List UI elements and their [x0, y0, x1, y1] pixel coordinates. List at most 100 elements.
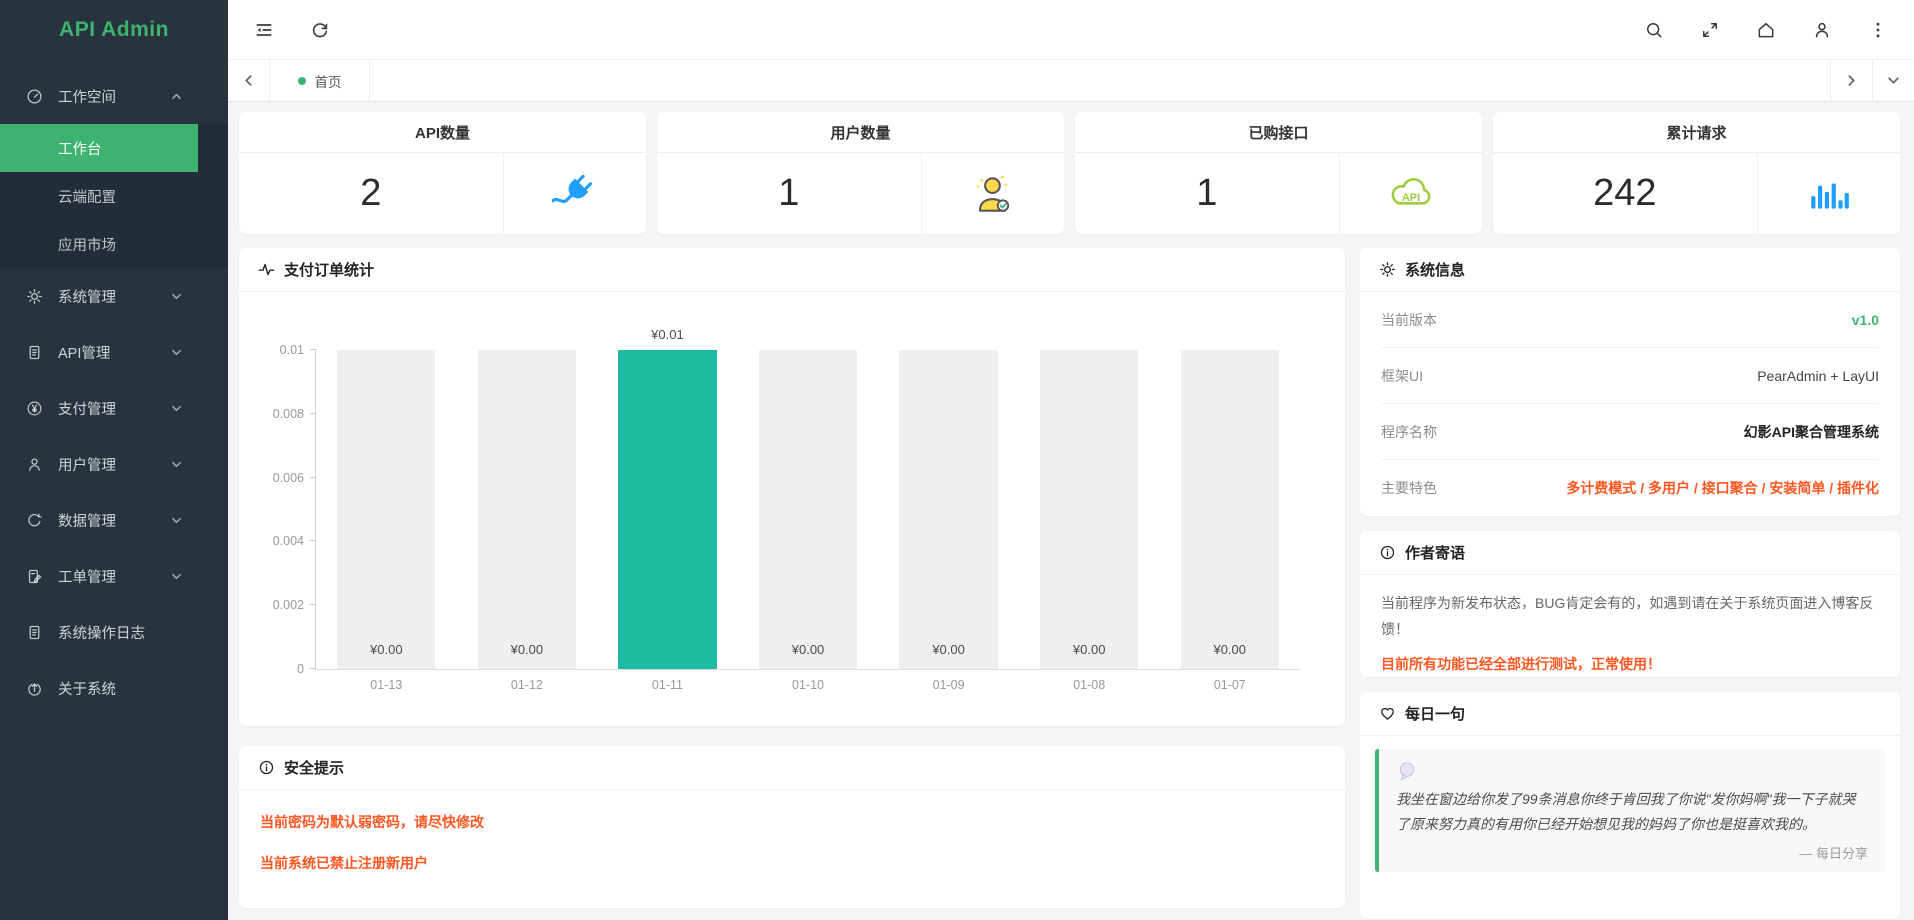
- y-axis-tick-label: 0.006: [273, 471, 304, 485]
- chevron-down-icon: [171, 515, 182, 526]
- sidebar-item-label: 系统管理: [58, 286, 116, 307]
- chevron-down-icon: [171, 571, 182, 582]
- chart-background-bar: [337, 350, 435, 669]
- panel-title: 支付订单统计: [284, 259, 374, 280]
- sidebar-item-label: 应用市场: [58, 234, 116, 255]
- chart-value-label: ¥0.00: [1159, 642, 1300, 657]
- chart-background-bar: [1181, 350, 1279, 669]
- left-column: 支付订单统计 ¥0.0001-13¥0.0001-12¥0.0101-11¥0.…: [239, 248, 1345, 919]
- workspace-submenu: 工作台 云端配置 应用市场: [0, 124, 228, 268]
- chevron-left-icon: [242, 74, 255, 87]
- sidebar-item-label: 工作空间: [58, 86, 116, 107]
- collapse-sidebar-icon[interactable]: [254, 20, 274, 40]
- person-icon: [26, 456, 43, 473]
- y-axis-tick-mark: [310, 349, 316, 350]
- info-value: PearAdmin + LayUI: [1757, 368, 1879, 384]
- x-axis-label: 01-13: [316, 678, 457, 692]
- stat-card-value: 242: [1493, 153, 1758, 234]
- fullscreen-icon[interactable]: [1700, 20, 1720, 40]
- info-circle-icon: [258, 759, 275, 776]
- chart-value-label: ¥0.01: [597, 327, 738, 342]
- y-axis-tick-mark: [310, 668, 316, 669]
- y-axis-tick-label: 0.01: [280, 343, 304, 357]
- y-axis-tick-mark: [310, 604, 316, 605]
- sidebar-item-label: 关于系统: [58, 678, 116, 699]
- more-vertical-icon[interactable]: [1868, 20, 1888, 40]
- sidebar-item-cloud-config[interactable]: 云端配置: [0, 172, 228, 220]
- home-icon[interactable]: [1756, 20, 1776, 40]
- tabs-scroll-right-button[interactable]: [1830, 60, 1872, 101]
- dashboard-icon: [26, 88, 43, 105]
- user-icon[interactable]: [1812, 20, 1832, 40]
- info-value: 多计费模式 / 多用户 / 接口聚合 / 安装简单 / 插件化: [1566, 478, 1879, 498]
- chart-value-bar[interactable]: [618, 350, 716, 669]
- sidebar-item-label: 数据管理: [58, 510, 116, 531]
- tab-home[interactable]: 首页: [270, 60, 370, 101]
- chevron-down-icon: [171, 347, 182, 358]
- sidebar: API Admin 工作空间 工作台 云端配置 应用市场 系: [0, 0, 228, 920]
- x-axis-label: 01-10: [738, 678, 879, 692]
- payment-chart-panel: 支付订单统计 ¥0.0001-13¥0.0001-12¥0.0101-11¥0.…: [239, 248, 1345, 726]
- sidebar-item-workspace[interactable]: 工作空间: [0, 68, 228, 124]
- sidebar-item-app-market[interactable]: 应用市场: [0, 220, 228, 268]
- user-check-icon: [970, 171, 1016, 217]
- tabs-menu-button[interactable]: [1872, 60, 1914, 101]
- sidebar-item-label: 云端配置: [58, 186, 116, 207]
- stat-card-total-requests: 累计请求 242: [1493, 112, 1900, 234]
- x-axis-label: 01-12: [457, 678, 598, 692]
- gear-icon: [1379, 261, 1396, 278]
- speech-balloon-icon: [1396, 760, 1419, 783]
- sidebar-item-api-manage[interactable]: API管理: [0, 324, 228, 380]
- sidebar-item-system-manage[interactable]: 系统管理: [0, 268, 228, 324]
- sidebar-item-workbench[interactable]: 工作台: [0, 124, 198, 172]
- chart-category-slot: ¥0.0001-12: [457, 350, 598, 669]
- sidebar-item-operation-log[interactable]: 系统操作日志: [0, 604, 228, 660]
- panel-title: 每日一句: [1405, 703, 1465, 724]
- stat-card-purchased-api: 已购接口 1 API: [1075, 112, 1482, 234]
- yen-circle-icon: [26, 400, 43, 417]
- ticket-edit-icon: [26, 568, 43, 585]
- chart-category-slot: ¥0.0101-11: [597, 350, 738, 669]
- tabs-scroll-left-button[interactable]: [228, 60, 270, 101]
- y-axis-tick-mark: [310, 413, 316, 414]
- chart-bars: ¥0.0001-13¥0.0001-12¥0.0101-11¥0.0001-10…: [316, 350, 1300, 669]
- info-label: 程序名称: [1381, 422, 1437, 442]
- gear-icon: [26, 288, 43, 305]
- sidebar-item-payment-manage[interactable]: 支付管理: [0, 380, 228, 436]
- refresh-icon[interactable]: [310, 20, 330, 40]
- sidebar-item-label: API管理: [58, 342, 110, 363]
- tab-label: 首页: [315, 71, 342, 91]
- sidebar-item-user-manage[interactable]: 用户管理: [0, 436, 228, 492]
- info-label: 主要特色: [1381, 478, 1437, 498]
- chart-background-bar: [759, 350, 857, 669]
- stat-card-title: 已购接口: [1075, 112, 1482, 153]
- chevron-right-icon: [1845, 74, 1858, 87]
- sidebar-item-ticket-manage[interactable]: 工单管理: [0, 548, 228, 604]
- sidebar-item-data-manage[interactable]: 数据管理: [0, 492, 228, 548]
- sidebar-item-label: 工作台: [58, 138, 102, 159]
- info-value: v1.0: [1852, 312, 1879, 328]
- sidebar-menu: 工作空间 工作台 云端配置 应用市场 系统管理: [0, 60, 228, 716]
- app-window: API Admin 工作空间 工作台 云端配置 应用市场 系: [0, 0, 1914, 920]
- chart-value-label: ¥0.00: [738, 642, 879, 657]
- sidebar-item-about[interactable]: 关于系统: [0, 660, 228, 716]
- chevron-down-icon: [171, 403, 182, 414]
- chart-value-label: ¥0.00: [878, 642, 1019, 657]
- info-label: 当前版本: [1381, 310, 1437, 330]
- daily-quote-panel: 每日一句 我坐在窗边给你发了99条消息你终于肯回我了你说"发你妈啊"我一下子就哭…: [1360, 692, 1900, 919]
- pulse-icon: [258, 261, 275, 278]
- stat-cards-row: API数量 2 用户数量 1: [239, 112, 1900, 234]
- panel-title: 作者寄语: [1405, 542, 1465, 563]
- top-header: [228, 0, 1914, 60]
- data-sync-icon: [26, 512, 43, 529]
- y-axis-tick-label: 0.008: [273, 407, 304, 421]
- bar-chart-icon: [1806, 171, 1852, 217]
- x-axis-label: 01-07: [1159, 678, 1300, 692]
- sidebar-item-label: 系统操作日志: [58, 622, 145, 643]
- panel-title: 系统信息: [1405, 259, 1465, 280]
- security-tips-panel: 安全提示 当前密码为默认弱密码，请尽快修改 当前系统已禁止注册新用户: [239, 746, 1345, 908]
- svg-text:API: API: [1402, 191, 1420, 203]
- stat-card-value: 2: [239, 153, 504, 234]
- log-icon: [26, 624, 43, 641]
- search-icon[interactable]: [1644, 20, 1664, 40]
